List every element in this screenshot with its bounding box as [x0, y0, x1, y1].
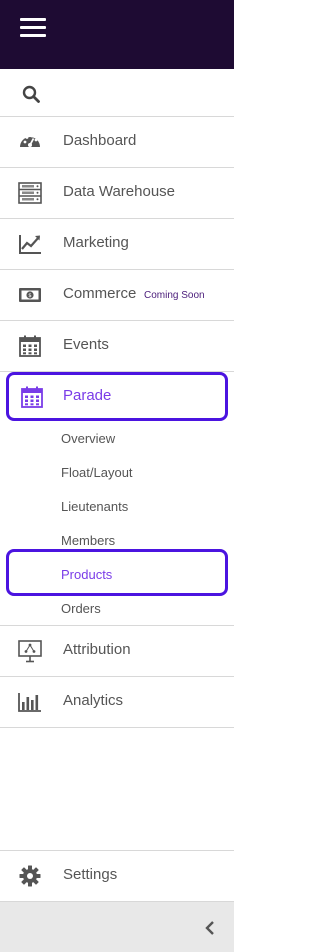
sidebar-item-label: Parade [63, 387, 112, 404]
sidebar-item-label: Events [63, 336, 109, 353]
gear-icon [19, 865, 41, 887]
sidebar-item-events[interactable]: Events [0, 321, 234, 372]
submenu-item-members[interactable]: Members [61, 533, 115, 548]
chevron-left-icon[interactable] [204, 920, 216, 936]
sidebar-item-dashboard[interactable]: Dashboard [0, 117, 234, 168]
submenu-item-float-layout[interactable]: Float/Layout [61, 465, 133, 480]
sidebar-item-label: Settings [63, 866, 118, 883]
bar-chart-icon [18, 693, 41, 712]
coming-soon-badge: Coming Soon [144, 290, 205, 301]
sidebar-item-label: Commerce [63, 285, 137, 302]
calendar-icon [19, 335, 41, 357]
sidebar-item-parade[interactable]: Parade [6, 372, 228, 421]
sidebar-item-data-warehouse[interactable]: Data Warehouse [0, 168, 234, 219]
svg-text:$: $ [28, 293, 32, 299]
sidebar-item-attribution[interactable]: Attribution [0, 626, 234, 677]
search-icon[interactable] [22, 85, 40, 103]
sidebar-item-label: Attribution [63, 641, 131, 658]
banknote-icon: $ [19, 288, 41, 302]
search-row[interactable] [0, 69, 234, 117]
line-chart-icon [19, 235, 41, 254]
sidebar-item-label: Dashboard [63, 132, 137, 149]
sidebar-item-label: Marketing [63, 234, 129, 251]
speedometer-icon [20, 134, 40, 147]
presentation-icon [18, 640, 42, 663]
sidebar-group-parade: Parade Overview Float/Layout Lieutenants… [0, 372, 234, 626]
submenu-item-overview[interactable]: Overview [61, 431, 115, 446]
sidebar-item-commerce[interactable]: $ Commerce Coming Soon [0, 270, 234, 321]
sidebar-item-label: Data Warehouse [63, 183, 176, 200]
active-submenu-highlight [6, 549, 228, 596]
submenu-item-products[interactable]: Products [61, 567, 112, 582]
sidebar-item-marketing[interactable]: Marketing [0, 219, 234, 270]
server-icon [18, 182, 42, 204]
sidebar-item-settings[interactable]: Settings [0, 850, 234, 901]
submenu-item-lieutenants[interactable]: Lieutenants [61, 499, 128, 514]
submenu-item-orders[interactable]: Orders [61, 601, 101, 616]
sidebar-item-analytics[interactable]: Analytics [0, 677, 234, 728]
calendar-icon [21, 386, 43, 408]
sidebar-item-label: Analytics [63, 692, 124, 709]
sidebar-footer [0, 901, 234, 952]
hamburger-icon[interactable] [20, 17, 46, 39]
top-bar [0, 0, 234, 69]
